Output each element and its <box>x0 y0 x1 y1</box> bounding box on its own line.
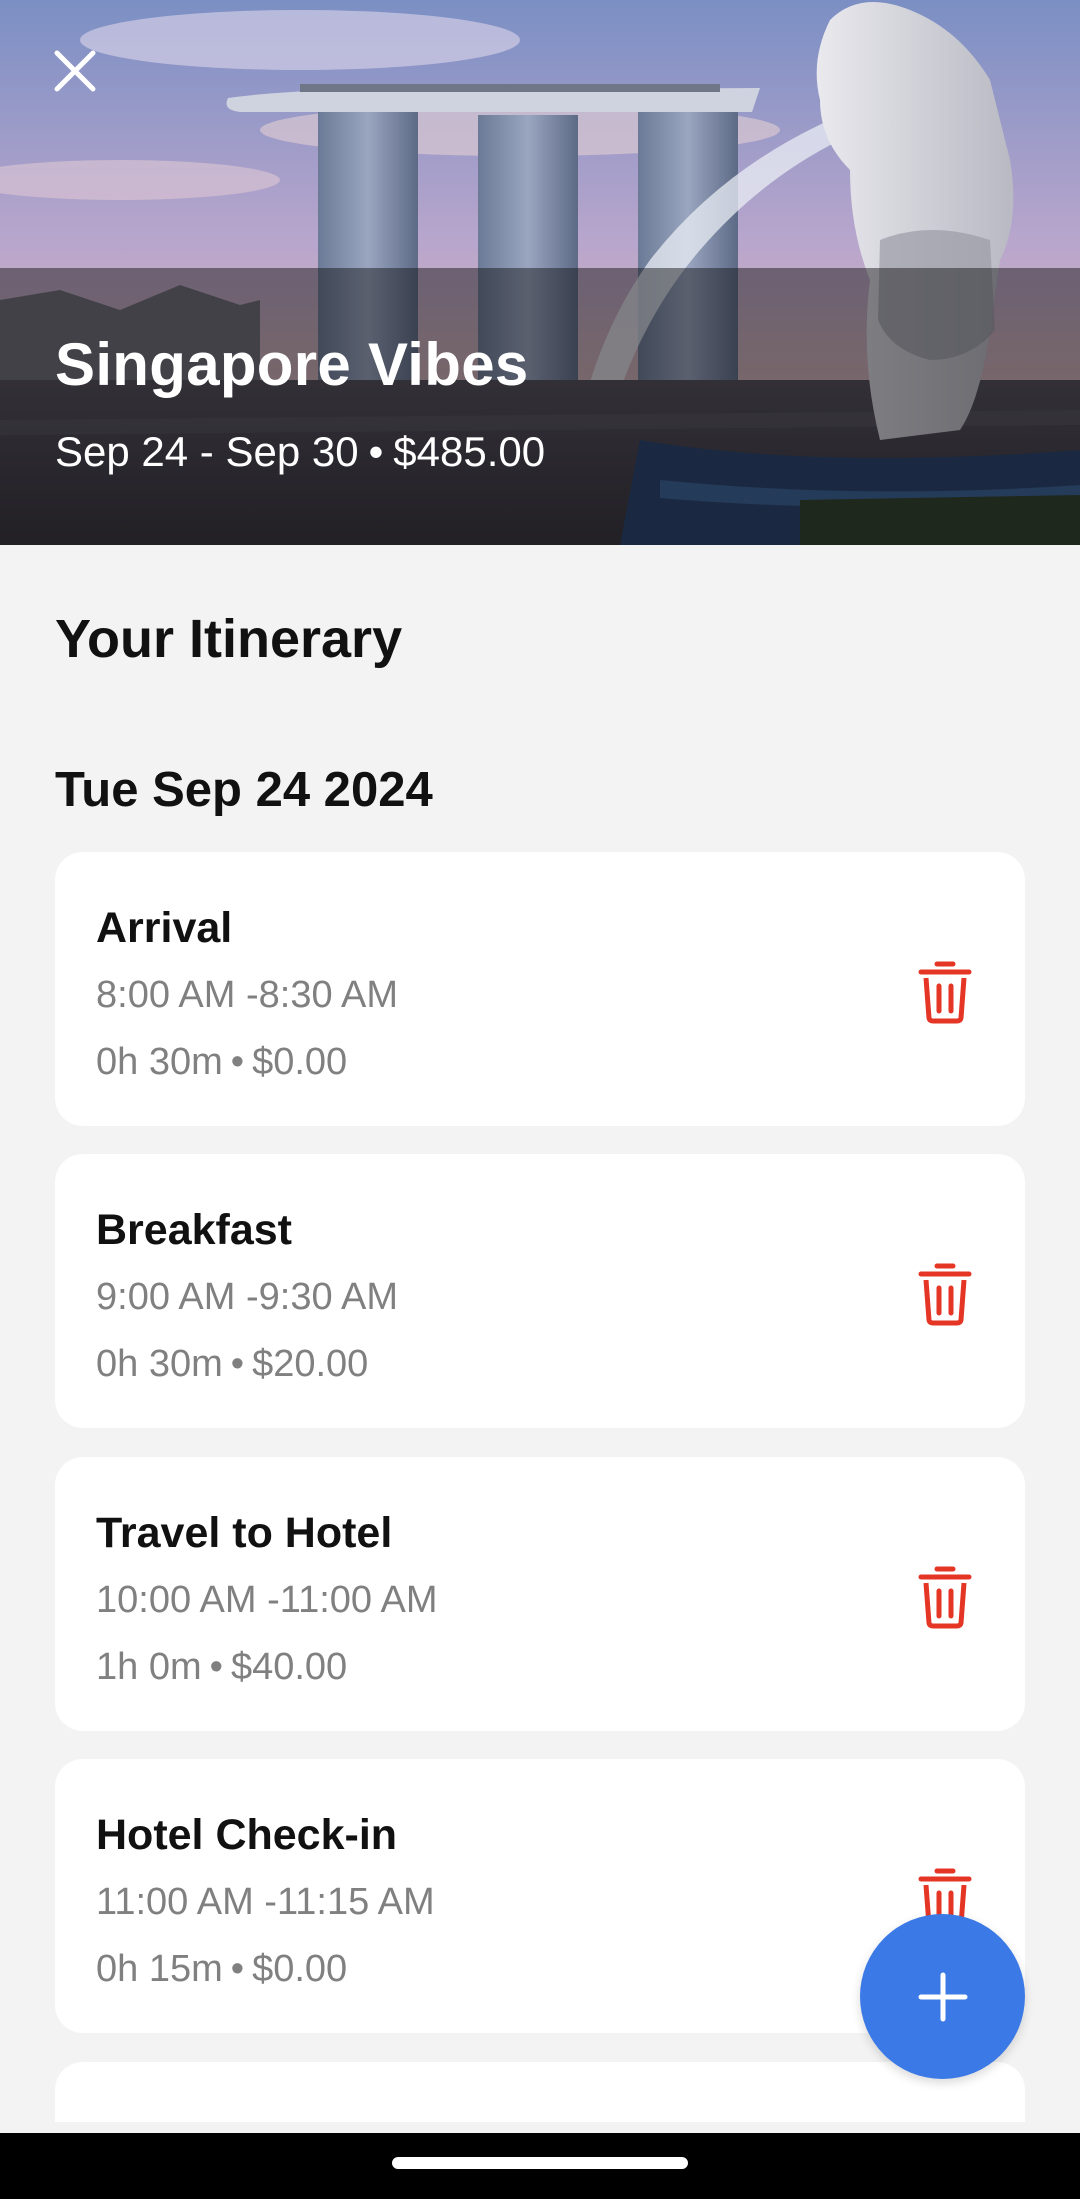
item-meta: 0h 15m • $0.00 <box>96 1948 347 1991</box>
summary-separator: • <box>368 428 384 475</box>
day-heading: Tue Sep 24 2024 <box>55 763 433 817</box>
item-name: Hotel Check-in <box>96 1811 398 1859</box>
item-meta: 0h 30m • $20.00 <box>96 1343 368 1386</box>
item-time-range: 11:00 AM -11:15 AM <box>96 1881 435 1923</box>
delete-item-button[interactable] <box>905 1557 985 1637</box>
item-meta: 1h 0m • $40.00 <box>96 1646 347 1689</box>
itinerary-item[interactable]: Arrival 8:00 AM -8:30 AM 0h 30m • $0.00 <box>55 852 1025 1126</box>
trash-icon <box>918 1263 972 1326</box>
itinerary-item[interactable]: Travel to Hotel 10:00 AM -11:00 AM 1h 0m… <box>55 1457 1025 1731</box>
trip-detail-screen: Singapore Vibes Sep 24 - Sep 30 • $485.00 … <box>0 0 1080 2199</box>
item-duration: 1h 0m <box>96 1646 202 1688</box>
plus-icon <box>918 1972 967 2021</box>
itinerary-item-partial[interactable] <box>55 2062 1025 2122</box>
item-duration: 0h 30m <box>96 1343 223 1385</box>
itinerary-item[interactable]: Breakfast 9:00 AM -9:30 AM 0h 30m • $20.00 <box>55 1154 1025 1428</box>
item-cost: $40.00 <box>230 1646 348 1688</box>
itinerary-heading: Your Itinerary <box>55 609 403 669</box>
delete-item-button[interactable] <box>905 1254 985 1334</box>
add-item-button[interactable] <box>860 1914 1025 2079</box>
item-time-range: 9:00 AM -9:30 AM <box>96 1276 399 1318</box>
item-name: Arrival <box>96 904 233 952</box>
item-duration: 0h 15m <box>96 1948 223 1990</box>
home-indicator[interactable] <box>392 2157 688 2169</box>
trash-icon <box>918 1566 972 1629</box>
item-meta-separator: • <box>230 1041 245 1083</box>
trip-date-range: Sep 24 - Sep 30 <box>55 428 359 475</box>
close-button[interactable] <box>40 36 110 106</box>
item-cost: $0.00 <box>252 1948 348 1990</box>
trip-total-cost: $485.00 <box>393 428 546 475</box>
item-name: Breakfast <box>96 1206 292 1254</box>
item-duration: 0h 30m <box>96 1041 223 1083</box>
delete-item-button[interactable] <box>905 952 985 1032</box>
hero-overlay <box>0 268 1080 545</box>
item-time-range: 8:00 AM -8:30 AM <box>96 974 399 1016</box>
item-meta-separator: • <box>230 1343 245 1385</box>
item-name: Travel to Hotel <box>96 1509 393 1557</box>
item-meta-separator: • <box>230 1948 245 1990</box>
item-cost: $20.00 <box>252 1343 369 1385</box>
item-time-range: 10:00 AM -11:00 AM <box>96 1579 438 1621</box>
trash-icon <box>918 961 972 1024</box>
item-meta-separator: • <box>209 1646 223 1688</box>
trip-summary: Sep 24 - Sep 30 • $485.00 <box>55 428 545 476</box>
item-meta: 0h 30m • $0.00 <box>96 1041 347 1084</box>
close-icon <box>54 50 96 92</box>
item-cost: $0.00 <box>252 1041 348 1083</box>
hero-header: Singapore Vibes Sep 24 - Sep 30 • $485.00 <box>0 0 1080 545</box>
trip-title: Singapore Vibes <box>55 331 529 398</box>
